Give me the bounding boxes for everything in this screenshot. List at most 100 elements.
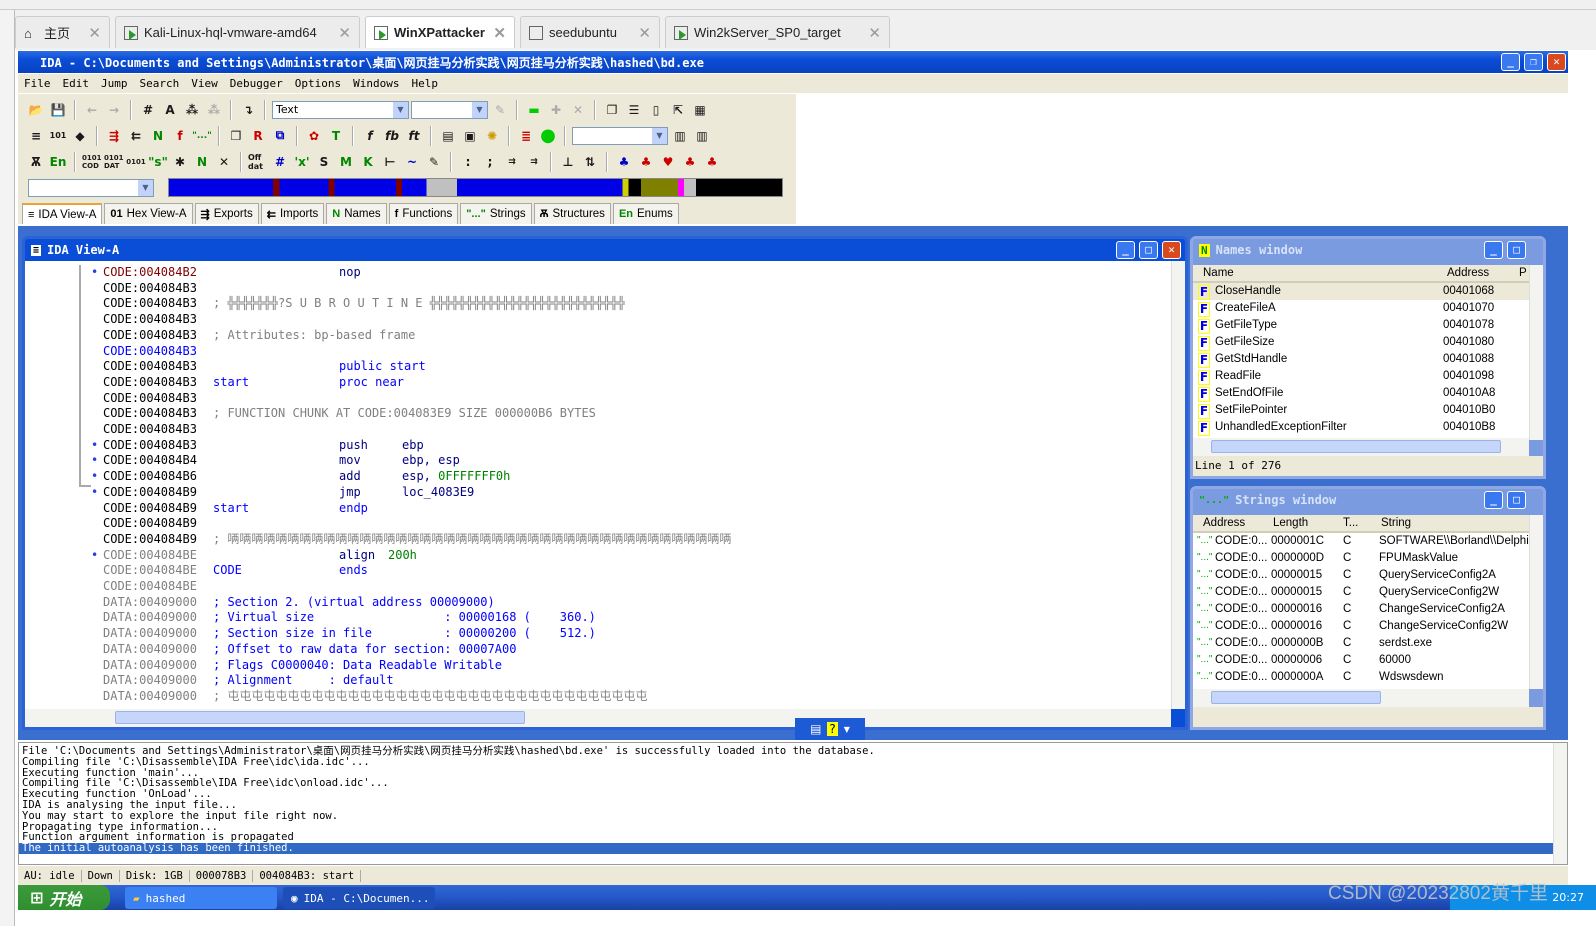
disasm-icon[interactable]: ≡ — [26, 126, 46, 146]
repeatable-comment-icon[interactable]: ; — [480, 152, 500, 172]
close-tab-icon[interactable]: ✕ — [338, 24, 351, 42]
code-line[interactable]: DATA:00409000 ; Section 2. (virtual addre… — [25, 594, 1171, 610]
code-line[interactable]: DATA:00409000 ; Virtual size : 00000168 (… — [25, 609, 1171, 625]
code-line[interactable]: • CODE:004084B3 push ebp — [25, 437, 1171, 453]
minimize-button[interactable]: _ — [1501, 53, 1520, 71]
cascade-icon[interactable]: ❐ — [602, 100, 622, 120]
restore-button[interactable]: ❐ — [1524, 53, 1543, 71]
graph-icon[interactable]: ◆ — [70, 126, 90, 146]
search-binary-icon[interactable]: # — [138, 100, 158, 120]
delete-icon[interactable]: ✕ — [568, 100, 588, 120]
function-b-icon[interactable]: fb — [382, 126, 402, 146]
tile-horizontal-icon[interactable]: ☰ — [624, 100, 644, 120]
close-tab-icon[interactable]: ✕ — [88, 24, 101, 42]
user-xrefs-icon[interactable]: ♣ — [680, 152, 700, 172]
tab-hex-view-a[interactable]: 01 Hex View-A — [104, 203, 193, 224]
close-button[interactable]: ✕ — [1162, 241, 1181, 259]
menu-edit[interactable]: Edit — [57, 77, 96, 90]
open-icon[interactable]: 📂 — [26, 100, 46, 120]
chevron-down-icon[interactable]: ▼ — [652, 127, 667, 144]
horizontal-scrollbar[interactable] — [1193, 438, 1529, 456]
horizontal-scrollbar[interactable] — [25, 709, 1171, 727]
code-line[interactable]: CODE:004084B9 — [25, 515, 1171, 531]
menu-search[interactable]: Search — [134, 77, 186, 90]
exports-icon[interactable]: ⇶ — [104, 126, 124, 146]
code-line[interactable]: • CODE:004084B9 jmp loc_4083E9 — [25, 484, 1171, 500]
close-tab-icon[interactable]: ✕ — [868, 24, 881, 42]
xrefs-to-icon[interactable]: ♣ — [636, 152, 656, 172]
calculator-icon[interactable]: ▤ — [438, 126, 458, 146]
names-row[interactable]: F GetStdHandle 00401088 — [1193, 351, 1529, 368]
code-line[interactable]: CODE:004084B3 public start — [25, 358, 1171, 374]
names-row[interactable]: F CloseHandle 00401068 — [1193, 283, 1529, 300]
col-string[interactable]: String — [1381, 517, 1411, 529]
names-icon[interactable]: N — [148, 126, 168, 146]
search-text-icon[interactable]: A — [160, 100, 180, 120]
posterior-icon[interactable]: ⇉ — [524, 152, 544, 172]
notepad-icon[interactable]: ▣ — [460, 126, 480, 146]
code-line[interactable]: CODE:004084B9 start endp — [25, 500, 1171, 516]
keyboard-icon[interactable]: ▤ — [810, 722, 821, 736]
names-row[interactable]: F ReadFile 00401098 — [1193, 368, 1529, 385]
browser-tab[interactable]: Win2kServer_SP0_target ✕ — [665, 16, 890, 48]
menu-options[interactable]: Options — [289, 77, 347, 90]
menu-jump[interactable]: Jump — [95, 77, 134, 90]
expand-icon[interactable]: ✚ — [546, 100, 566, 120]
offset-icon[interactable]: Off dat — [248, 152, 268, 172]
strings-row[interactable]: "..." CODE:0... 0000001C C SOFTWARE\\Borland… — [1193, 533, 1529, 550]
browser-tab[interactable]: WinXPattacker ✕ — [365, 16, 515, 48]
menu-file[interactable]: File — [18, 77, 57, 90]
brush-icon[interactable]: ✎ — [490, 100, 510, 120]
save-icon[interactable]: 💾 — [48, 100, 68, 120]
strings-row[interactable]: "..." CODE:0... 00000016 C ChangeServiceConf… — [1193, 618, 1529, 635]
code-line[interactable]: CODE:004084B3 — [25, 311, 1171, 327]
tab-enums[interactable]: En Enums — [612, 203, 679, 224]
col-type[interactable]: T... — [1343, 517, 1358, 529]
close-tab-icon[interactable]: ✕ — [638, 24, 651, 42]
code-line[interactable]: CODE:004084B3 start proc near — [25, 374, 1171, 390]
segment-combo[interactable]: ▼ — [28, 179, 154, 197]
code-line[interactable]: DATA:00409000 ; Section size in file : 00… — [25, 625, 1171, 641]
col-length[interactable]: Length — [1273, 517, 1308, 529]
maximize-button[interactable]: □ — [1139, 241, 1158, 259]
vertical-scrollbar[interactable] — [1529, 265, 1543, 440]
secondary-combo[interactable]: ▼ — [411, 100, 488, 119]
disassembly-listing[interactable]: • CODE:004084B2 nop CODE:004084B3 CODE:00408… — [25, 261, 1171, 709]
tile-vertical-icon[interactable]: ▯ — [646, 100, 666, 120]
names-row[interactable]: F GetFileSize 00401080 — [1193, 334, 1529, 351]
search-hex-icon[interactable]: ⁂ — [182, 100, 202, 120]
strings-row[interactable]: "..." CODE:0... 0000000B Cserdst.exe — [1193, 635, 1529, 652]
structures-icon[interactable]: Ѫ — [26, 152, 46, 172]
dock-icon[interactable]: ⇱ — [668, 100, 688, 120]
detach-icon[interactable]: ▥ — [692, 126, 712, 146]
tab-functions[interactable]: f Functions — [388, 203, 459, 224]
strings-row[interactable]: "..." CODE:0... 00000015 C QueryServiceConfi… — [1193, 584, 1529, 601]
code-line[interactable]: CODE:004084B3 — [25, 280, 1171, 296]
comment-icon[interactable]: : — [458, 152, 478, 172]
output-window[interactable]: File 'C:\Documents and Settings\Administ… — [18, 742, 1568, 865]
arrange-icon[interactable]: ▦ — [690, 100, 710, 120]
chevron-down-icon[interactable]: ▼ — [138, 180, 153, 196]
bitwise-icon[interactable]: ~ — [402, 152, 422, 172]
minimize-button[interactable]: _ — [1484, 491, 1503, 509]
code-line[interactable]: CODE:004084B3 — [25, 390, 1171, 406]
segments-icon[interactable]: ❒ — [226, 126, 246, 146]
settings-icon[interactable]: ✺ — [482, 126, 502, 146]
string-icon[interactable]: "s" — [148, 152, 168, 172]
col-address[interactable]: Address — [1447, 267, 1489, 279]
names-row[interactable]: F SetFilePointer 004010B0 — [1193, 402, 1529, 419]
names-row[interactable]: F CreateFileA 00401070 — [1193, 300, 1529, 317]
names-row[interactable]: F UnhandledExceptionFilter 004010B8 — [1193, 419, 1529, 436]
names-row[interactable]: F SetEndOfFile 004010A8 — [1193, 385, 1529, 402]
imports-icon[interactable]: ⇇ — [126, 126, 146, 146]
run-icon[interactable]: ● — [538, 125, 558, 146]
forward-icon[interactable]: → — [104, 100, 124, 120]
horizontal-scrollbar[interactable] — [1193, 689, 1529, 707]
maximize-button[interactable]: □ — [1507, 241, 1526, 259]
segment-icon[interactable]: S — [314, 152, 334, 172]
manual-icon[interactable]: ✎ — [424, 152, 444, 172]
tab-imports[interactable]: ⇇ Imports — [260, 203, 325, 224]
strings-row[interactable]: "..." CODE:0... 00000015 C QueryServiceConfi… — [1193, 567, 1529, 584]
minimize-button[interactable]: _ — [1116, 241, 1135, 259]
code-icon[interactable]: 0101 COD — [82, 152, 102, 172]
